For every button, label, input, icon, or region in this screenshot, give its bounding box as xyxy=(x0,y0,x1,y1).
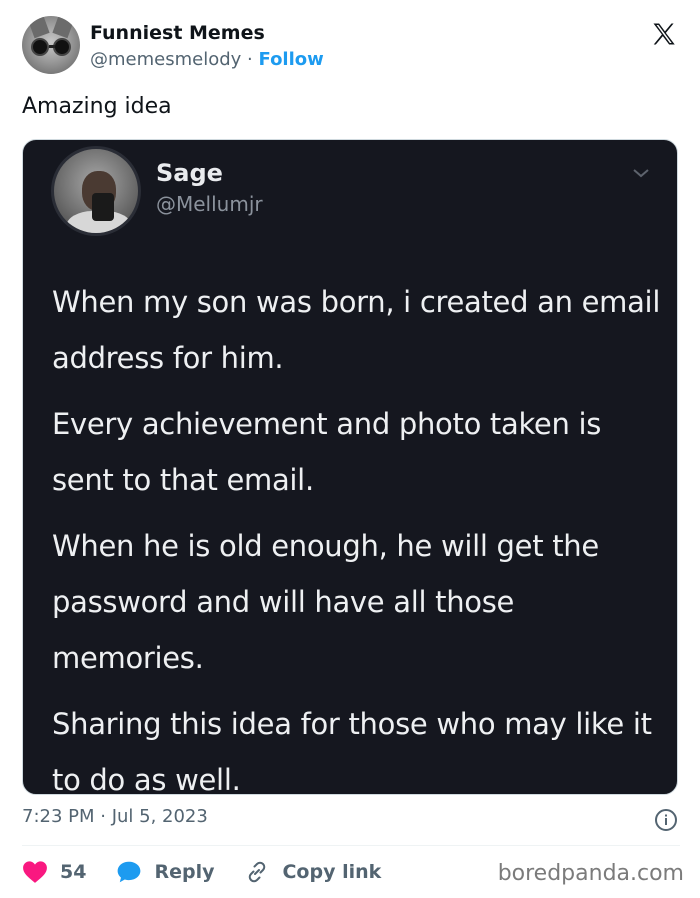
copy-link-label: Copy link xyxy=(282,861,382,883)
embedded-display-name: Sage xyxy=(156,159,223,187)
copy-link-button[interactable]: Copy link xyxy=(244,860,381,884)
tweet-header: Funniest Memes @memesmelody · Follow xyxy=(22,16,682,80)
author-avatar[interactable] xyxy=(22,16,80,74)
handle-separator: · xyxy=(247,49,253,70)
chevron-down-icon xyxy=(633,169,649,178)
embedded-tweet-image[interactable]: Sage @Mellumjr When my son was born, i c… xyxy=(22,139,678,795)
embedded-paragraph: Sharing this idea for those who may like… xyxy=(52,707,652,795)
x-logo-icon[interactable] xyxy=(650,20,678,48)
author-display-name[interactable]: Funniest Memes xyxy=(90,22,265,44)
post-timestamp[interactable]: 7:23 PM · Jul 5, 2023 xyxy=(22,806,208,827)
reply-button[interactable]: Reply xyxy=(116,860,214,884)
embedded-paragraph: When my son was born, i created an email… xyxy=(52,285,661,375)
heart-icon xyxy=(23,861,47,883)
action-bar: 54 Reply Copy link xyxy=(22,857,411,887)
like-count: 54 xyxy=(60,861,87,883)
embedded-paragraph: Every achievement and photo taken is sen… xyxy=(52,407,602,497)
like-button[interactable]: 54 xyxy=(22,860,86,884)
embedded-handle: @Mellumjr xyxy=(156,192,263,216)
embedded-tweet-body: When my son was born, i created an email… xyxy=(52,274,662,795)
source-watermark: boredpanda.com xyxy=(497,861,684,886)
embedded-avatar xyxy=(51,146,141,236)
follow-button[interactable]: Follow xyxy=(259,49,324,70)
post-text: Amazing idea xyxy=(22,94,172,119)
divider xyxy=(22,845,680,846)
link-icon xyxy=(249,861,266,883)
author-handle[interactable]: @memesmelody xyxy=(90,49,241,70)
speech-bubble-icon xyxy=(118,861,141,883)
reply-label: Reply xyxy=(154,861,215,883)
info-icon[interactable] xyxy=(654,808,678,832)
embedded-paragraph: When he is old enough, he will get the p… xyxy=(52,529,599,675)
author-handle-row: @memesmelody · Follow xyxy=(90,49,324,70)
